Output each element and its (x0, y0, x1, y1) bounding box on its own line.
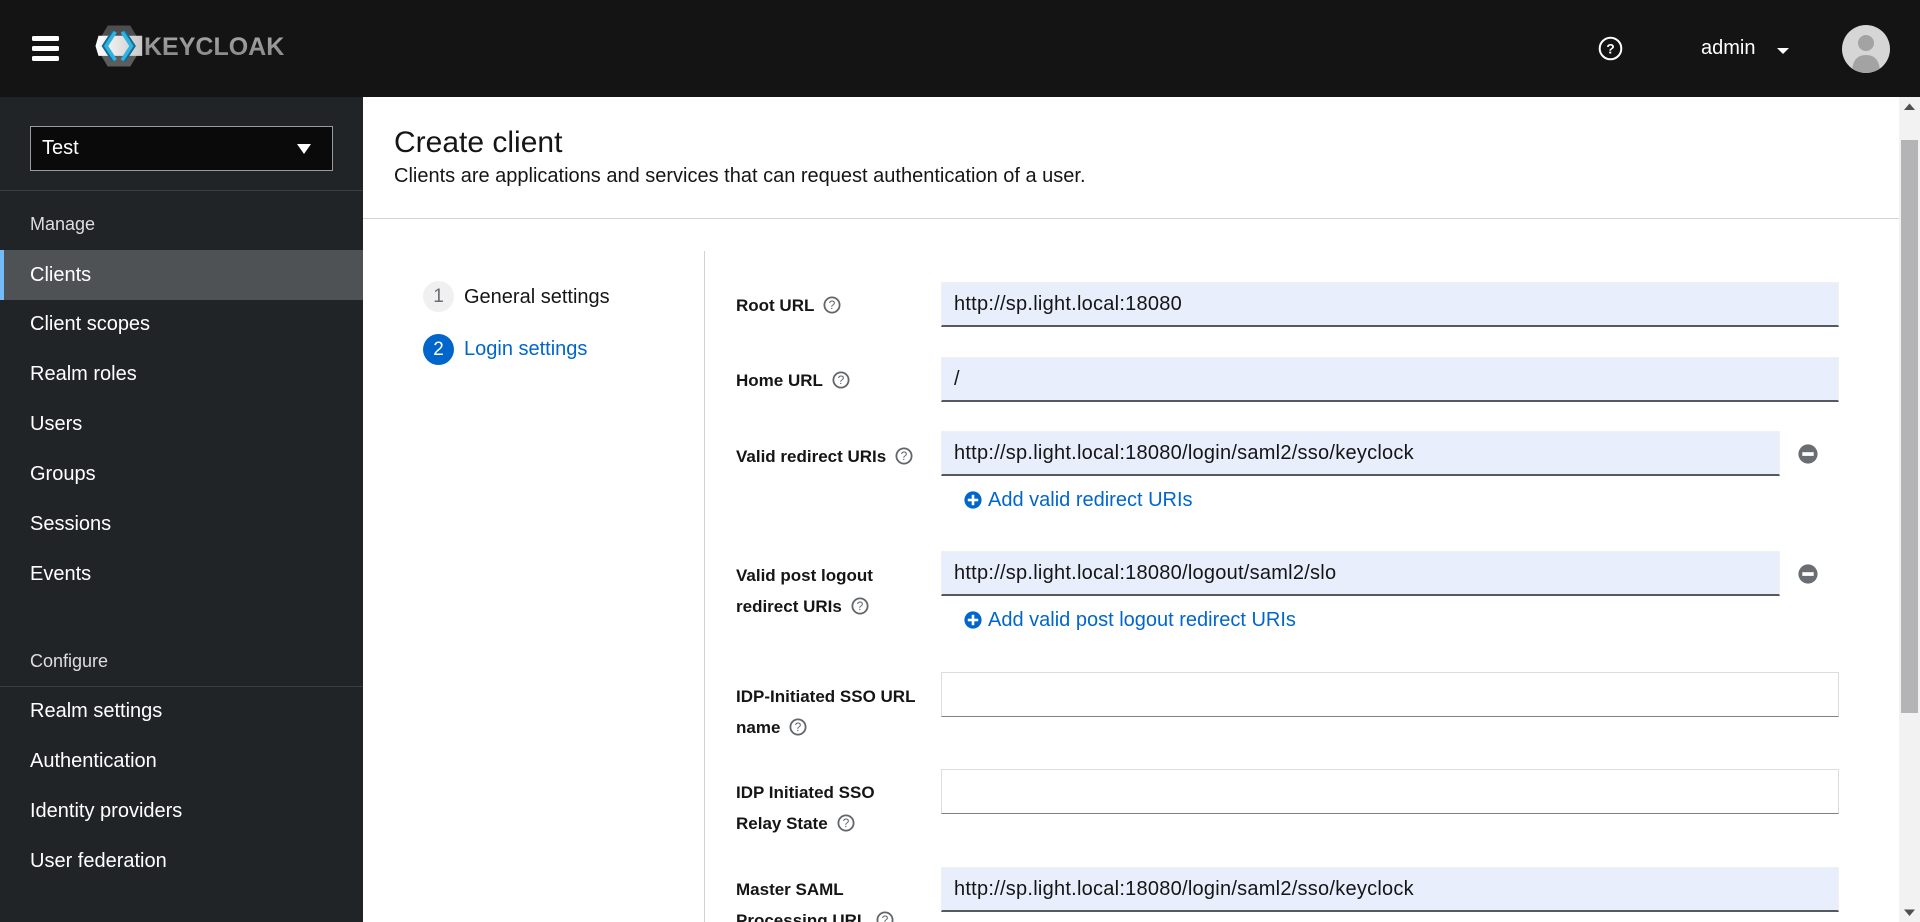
svg-text:?: ? (838, 373, 845, 387)
svg-text:?: ? (856, 599, 863, 613)
svg-text:?: ? (901, 449, 908, 463)
svg-text:?: ? (829, 298, 836, 312)
svg-text:?: ? (882, 913, 889, 922)
svg-text:KEYCLOAK: KEYCLOAK (144, 33, 284, 61)
svg-text:?: ? (795, 720, 802, 734)
svg-text:?: ? (842, 816, 849, 830)
svg-text:?: ? (1606, 41, 1615, 57)
